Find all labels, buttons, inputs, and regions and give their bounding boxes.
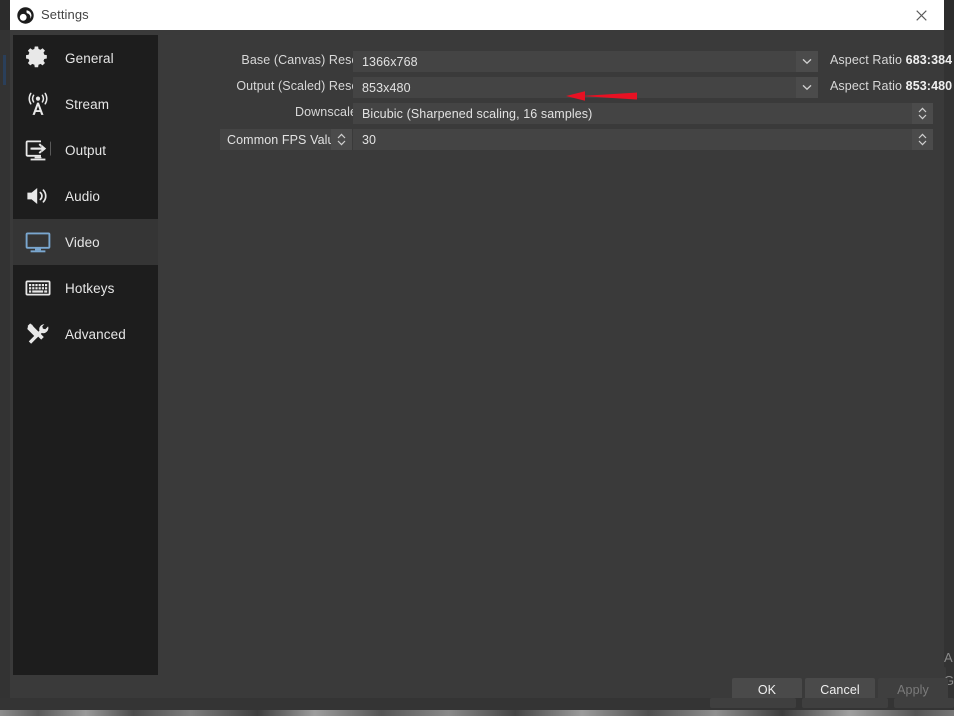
monitor-icon xyxy=(22,226,54,258)
taskbar-chip[interactable] xyxy=(710,698,796,708)
gear-icon xyxy=(22,42,54,74)
output-resolution-combobox[interactable]: 853x480 xyxy=(353,77,818,98)
sidebar-item-output[interactable]: Output xyxy=(13,127,158,173)
background-left-accent xyxy=(3,55,6,85)
window-title: Settings xyxy=(41,7,89,22)
sidebar-item-audio[interactable]: Audio xyxy=(13,173,158,219)
fps-value-combobox[interactable]: 30 xyxy=(353,129,933,150)
downscale-filter-value: Bicubic (Sharpened scaling, 16 samples) xyxy=(353,107,933,121)
sidebar-item-label: Output xyxy=(65,143,106,158)
output-aspect-label: Aspect Ratio xyxy=(830,79,902,93)
spinner-up-down-icon[interactable] xyxy=(331,129,352,150)
sidebar-item-label: Video xyxy=(65,235,100,250)
antenna-icon xyxy=(22,88,54,120)
background-text-a: A xyxy=(944,650,953,665)
keyboard-icon xyxy=(22,272,54,304)
base-aspect-value: 683:384 xyxy=(906,53,953,67)
sidebar-item-hotkeys[interactable]: Hotkeys xyxy=(13,265,158,311)
settings-sidebar: General Stream xyxy=(13,35,158,675)
fps-mode-box[interactable]: Common FPS Values xyxy=(220,129,352,150)
sidebar-item-advanced[interactable]: Advanced xyxy=(13,311,158,357)
fps-value: 30 xyxy=(353,133,933,147)
sidebar-item-general[interactable]: General xyxy=(13,35,158,81)
titlebar: Settings xyxy=(10,0,944,30)
sidebar-item-label: Audio xyxy=(65,189,100,204)
sidebar-item-video[interactable]: Video xyxy=(13,219,158,265)
sidebar-item-stream[interactable]: Stream xyxy=(13,81,158,127)
chevron-down-icon[interactable] xyxy=(796,51,818,72)
base-resolution-combobox[interactable]: 1366x768 xyxy=(353,51,818,72)
spinner-up-down-icon[interactable] xyxy=(912,129,933,150)
base-resolution-value: 1366x768 xyxy=(353,55,818,69)
output-aspect-value: 853:480 xyxy=(906,79,953,93)
speaker-icon xyxy=(22,180,54,212)
downscale-filter-combobox[interactable]: Bicubic (Sharpened scaling, 16 samples) xyxy=(353,103,933,124)
base-aspect-ratio: Aspect Ratio 683:384 xyxy=(830,53,952,67)
taskbar-underline xyxy=(0,710,954,716)
output-aspect-ratio: Aspect Ratio 853:480 xyxy=(830,79,952,93)
sidebar-item-label: Hotkeys xyxy=(65,281,114,296)
sidebar-item-label: Advanced xyxy=(65,327,126,342)
chevron-down-icon[interactable] xyxy=(796,77,818,98)
base-aspect-label: Aspect Ratio xyxy=(830,53,902,67)
spinner-up-down-icon[interactable] xyxy=(912,103,933,124)
taskbar-chip[interactable] xyxy=(894,698,954,708)
background-right-strip xyxy=(944,30,954,702)
close-icon[interactable] xyxy=(898,0,944,30)
sidebar-item-label: Stream xyxy=(65,97,109,112)
taskbar-chip[interactable] xyxy=(802,698,888,708)
monitor-arrow-icon xyxy=(22,134,54,166)
tools-icon xyxy=(22,318,54,350)
output-resolution-value: 853x480 xyxy=(353,81,818,95)
video-settings-form: Base (Canvas) Resolution 1366x768 Aspect… xyxy=(158,35,944,675)
obs-logo-icon xyxy=(17,7,34,24)
sidebar-item-label: General xyxy=(65,51,114,66)
background-left-strip xyxy=(0,30,10,702)
settings-dialog: Settings General xyxy=(10,0,944,702)
